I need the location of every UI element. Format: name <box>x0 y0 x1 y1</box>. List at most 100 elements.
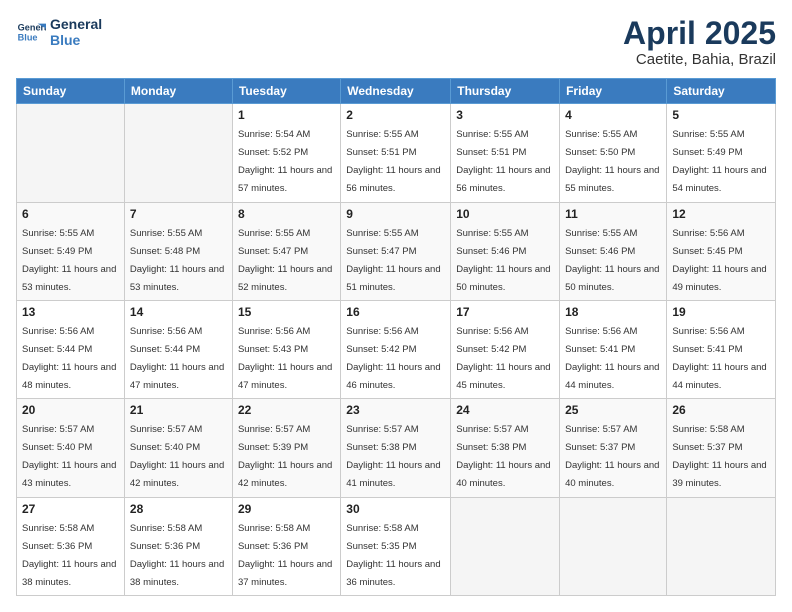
day-info: Sunrise: 5:56 AMSunset: 5:41 PMDaylight:… <box>672 326 766 391</box>
day-number: 8 <box>238 207 335 221</box>
calendar-cell <box>667 497 776 595</box>
day-number: 22 <box>238 403 335 417</box>
calendar-cell <box>124 104 232 202</box>
calendar-cell <box>560 497 667 595</box>
day-info: Sunrise: 5:58 AMSunset: 5:36 PMDaylight:… <box>130 523 224 588</box>
calendar-header-wednesday: Wednesday <box>341 79 451 104</box>
calendar-cell: 25 Sunrise: 5:57 AMSunset: 5:37 PMDaylig… <box>560 399 667 497</box>
day-number: 6 <box>22 207 119 221</box>
calendar-cell: 17 Sunrise: 5:56 AMSunset: 5:42 PMDaylig… <box>451 300 560 398</box>
day-info: Sunrise: 5:58 AMSunset: 5:36 PMDaylight:… <box>238 523 332 588</box>
day-info: Sunrise: 5:55 AMSunset: 5:51 PMDaylight:… <box>456 129 550 194</box>
day-info: Sunrise: 5:55 AMSunset: 5:46 PMDaylight:… <box>565 228 659 293</box>
day-info: Sunrise: 5:58 AMSunset: 5:35 PMDaylight:… <box>346 523 440 588</box>
day-number: 18 <box>565 305 661 319</box>
day-number: 11 <box>565 207 661 221</box>
day-number: 26 <box>672 403 770 417</box>
day-number: 10 <box>456 207 554 221</box>
calendar-cell: 14 Sunrise: 5:56 AMSunset: 5:44 PMDaylig… <box>124 300 232 398</box>
day-info: Sunrise: 5:55 AMSunset: 5:46 PMDaylight:… <box>456 228 550 293</box>
calendar-cell <box>17 104 125 202</box>
day-info: Sunrise: 5:56 AMSunset: 5:42 PMDaylight:… <box>346 326 440 391</box>
calendar-cell: 4 Sunrise: 5:55 AMSunset: 5:50 PMDayligh… <box>560 104 667 202</box>
calendar-cell <box>451 497 560 595</box>
calendar-cell: 2 Sunrise: 5:55 AMSunset: 5:51 PMDayligh… <box>341 104 451 202</box>
header: General Blue General Blue April 2025 Cae… <box>16 16 776 68</box>
calendar-cell: 13 Sunrise: 5:56 AMSunset: 5:44 PMDaylig… <box>17 300 125 398</box>
calendar-week-2: 6 Sunrise: 5:55 AMSunset: 5:49 PMDayligh… <box>17 202 776 300</box>
day-info: Sunrise: 5:57 AMSunset: 5:37 PMDaylight:… <box>565 424 659 489</box>
calendar-week-3: 13 Sunrise: 5:56 AMSunset: 5:44 PMDaylig… <box>17 300 776 398</box>
day-number: 15 <box>238 305 335 319</box>
day-number: 3 <box>456 108 554 122</box>
calendar-cell: 27 Sunrise: 5:58 AMSunset: 5:36 PMDaylig… <box>17 497 125 595</box>
day-number: 25 <box>565 403 661 417</box>
calendar-header-tuesday: Tuesday <box>232 79 340 104</box>
day-number: 4 <box>565 108 661 122</box>
day-info: Sunrise: 5:57 AMSunset: 5:39 PMDaylight:… <box>238 424 332 489</box>
calendar-cell: 10 Sunrise: 5:55 AMSunset: 5:46 PMDaylig… <box>451 202 560 300</box>
calendar-header-saturday: Saturday <box>667 79 776 104</box>
day-number: 16 <box>346 305 445 319</box>
calendar-cell: 16 Sunrise: 5:56 AMSunset: 5:42 PMDaylig… <box>341 300 451 398</box>
calendar-cell: 26 Sunrise: 5:58 AMSunset: 5:37 PMDaylig… <box>667 399 776 497</box>
day-number: 23 <box>346 403 445 417</box>
calendar-cell: 18 Sunrise: 5:56 AMSunset: 5:41 PMDaylig… <box>560 300 667 398</box>
day-number: 12 <box>672 207 770 221</box>
day-number: 9 <box>346 207 445 221</box>
day-info: Sunrise: 5:55 AMSunset: 5:51 PMDaylight:… <box>346 129 440 194</box>
calendar-cell: 8 Sunrise: 5:55 AMSunset: 5:47 PMDayligh… <box>232 202 340 300</box>
day-info: Sunrise: 5:55 AMSunset: 5:49 PMDaylight:… <box>672 129 766 194</box>
calendar-cell: 29 Sunrise: 5:58 AMSunset: 5:36 PMDaylig… <box>232 497 340 595</box>
calendar-cell: 15 Sunrise: 5:56 AMSunset: 5:43 PMDaylig… <box>232 300 340 398</box>
logo-general: General <box>50 16 102 32</box>
page: General Blue General Blue April 2025 Cae… <box>0 0 792 612</box>
title-block: April 2025 Caetite, Bahia, Brazil <box>623 16 776 68</box>
logo-icon: General Blue <box>16 17 46 47</box>
day-number: 7 <box>130 207 227 221</box>
location-title: Caetite, Bahia, Brazil <box>623 51 776 68</box>
day-info: Sunrise: 5:57 AMSunset: 5:38 PMDaylight:… <box>346 424 440 489</box>
calendar-week-5: 27 Sunrise: 5:58 AMSunset: 5:36 PMDaylig… <box>17 497 776 595</box>
calendar-week-1: 1 Sunrise: 5:54 AMSunset: 5:52 PMDayligh… <box>17 104 776 202</box>
day-number: 20 <box>22 403 119 417</box>
day-info: Sunrise: 5:55 AMSunset: 5:49 PMDaylight:… <box>22 228 116 293</box>
day-number: 29 <box>238 502 335 516</box>
calendar-cell: 3 Sunrise: 5:55 AMSunset: 5:51 PMDayligh… <box>451 104 560 202</box>
day-number: 5 <box>672 108 770 122</box>
calendar-cell: 7 Sunrise: 5:55 AMSunset: 5:48 PMDayligh… <box>124 202 232 300</box>
day-number: 1 <box>238 108 335 122</box>
day-info: Sunrise: 5:56 AMSunset: 5:45 PMDaylight:… <box>672 228 766 293</box>
calendar-cell: 28 Sunrise: 5:58 AMSunset: 5:36 PMDaylig… <box>124 497 232 595</box>
day-info: Sunrise: 5:56 AMSunset: 5:44 PMDaylight:… <box>130 326 224 391</box>
day-info: Sunrise: 5:57 AMSunset: 5:38 PMDaylight:… <box>456 424 550 489</box>
day-info: Sunrise: 5:56 AMSunset: 5:43 PMDaylight:… <box>238 326 332 391</box>
day-number: 27 <box>22 502 119 516</box>
calendar-cell: 30 Sunrise: 5:58 AMSunset: 5:35 PMDaylig… <box>341 497 451 595</box>
day-info: Sunrise: 5:54 AMSunset: 5:52 PMDaylight:… <box>238 129 332 194</box>
day-info: Sunrise: 5:58 AMSunset: 5:36 PMDaylight:… <box>22 523 116 588</box>
calendar-cell: 24 Sunrise: 5:57 AMSunset: 5:38 PMDaylig… <box>451 399 560 497</box>
day-number: 13 <box>22 305 119 319</box>
calendar-week-4: 20 Sunrise: 5:57 AMSunset: 5:40 PMDaylig… <box>17 399 776 497</box>
day-info: Sunrise: 5:55 AMSunset: 5:50 PMDaylight:… <box>565 129 659 194</box>
day-number: 30 <box>346 502 445 516</box>
day-info: Sunrise: 5:55 AMSunset: 5:47 PMDaylight:… <box>346 228 440 293</box>
day-number: 19 <box>672 305 770 319</box>
day-info: Sunrise: 5:56 AMSunset: 5:42 PMDaylight:… <box>456 326 550 391</box>
calendar-header-thursday: Thursday <box>451 79 560 104</box>
day-info: Sunrise: 5:58 AMSunset: 5:37 PMDaylight:… <box>672 424 766 489</box>
calendar-cell: 9 Sunrise: 5:55 AMSunset: 5:47 PMDayligh… <box>341 202 451 300</box>
calendar-cell: 21 Sunrise: 5:57 AMSunset: 5:40 PMDaylig… <box>124 399 232 497</box>
calendar-header-monday: Monday <box>124 79 232 104</box>
day-info: Sunrise: 5:55 AMSunset: 5:48 PMDaylight:… <box>130 228 224 293</box>
day-info: Sunrise: 5:55 AMSunset: 5:47 PMDaylight:… <box>238 228 332 293</box>
day-number: 14 <box>130 305 227 319</box>
day-info: Sunrise: 5:56 AMSunset: 5:41 PMDaylight:… <box>565 326 659 391</box>
calendar-table: SundayMondayTuesdayWednesdayThursdayFrid… <box>16 78 776 596</box>
day-number: 2 <box>346 108 445 122</box>
calendar-cell: 19 Sunrise: 5:56 AMSunset: 5:41 PMDaylig… <box>667 300 776 398</box>
calendar-cell: 1 Sunrise: 5:54 AMSunset: 5:52 PMDayligh… <box>232 104 340 202</box>
calendar-cell: 11 Sunrise: 5:55 AMSunset: 5:46 PMDaylig… <box>560 202 667 300</box>
day-number: 24 <box>456 403 554 417</box>
